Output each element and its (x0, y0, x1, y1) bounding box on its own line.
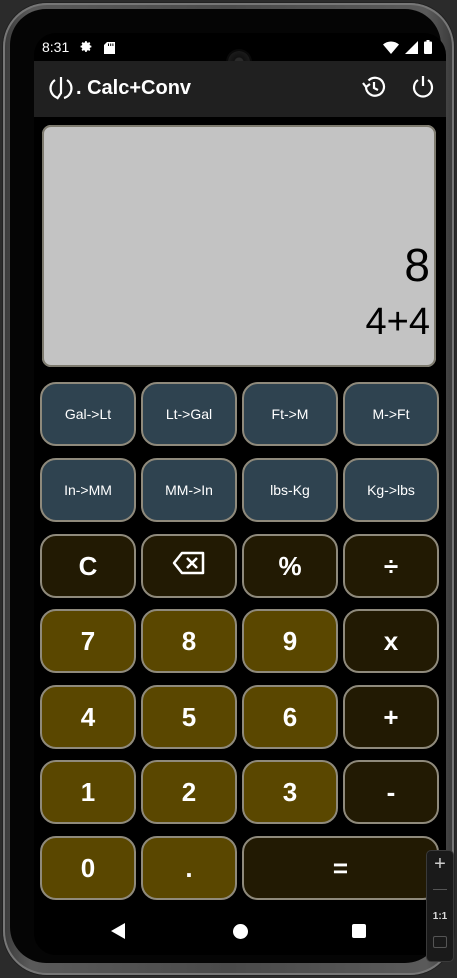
status-time: 8:31 (42, 39, 70, 55)
app-title: . Calc+Conv (76, 77, 192, 99)
back-icon[interactable] (111, 923, 125, 939)
clear-button[interactable]: C (40, 534, 136, 598)
divide-button[interactable]: ÷ (343, 534, 439, 598)
zoom-in-button[interactable]: + (427, 851, 453, 877)
power-icon[interactable] (410, 73, 436, 101)
digit-9-button[interactable]: 9 (242, 609, 338, 673)
digit-3-button[interactable]: 3 (242, 760, 338, 824)
navigation-bar (34, 909, 446, 955)
gal-to-lt-button[interactable]: Gal->Lt (40, 382, 136, 446)
lt-to-gal-button[interactable]: Lt->Gal (141, 382, 237, 446)
mm-to-in-button[interactable]: MM->In (141, 458, 237, 522)
phone-bezel: 8:31 . Calc+Conv 8 4+4 Gal->Lt Lt->Gal F… (10, 9, 446, 963)
phone-screen: 8:31 . Calc+Conv 8 4+4 Gal->Lt Lt->Gal F… (34, 33, 446, 955)
subtract-button[interactable]: - (343, 760, 439, 824)
add-button[interactable]: + (343, 685, 439, 749)
settings-gear-icon (80, 40, 93, 56)
digit-6-button[interactable]: 6 (242, 685, 338, 749)
backspace-button[interactable] (141, 534, 237, 598)
expression-text: 4+4 (365, 301, 430, 343)
digit-4-button[interactable]: 4 (40, 685, 136, 749)
app-bar: . Calc+Conv (34, 61, 446, 117)
actual-size-button[interactable]: 1:1 (427, 911, 453, 922)
multiply-button[interactable]: x (343, 609, 439, 673)
m-to-ft-button[interactable]: M->Ft (343, 382, 439, 446)
ft-to-m-button[interactable]: Ft->M (242, 382, 338, 446)
kg-to-lbs-button[interactable]: Kg->lbs (343, 458, 439, 522)
digit-0-button[interactable]: 0 (40, 836, 136, 900)
digit-5-button[interactable]: 5 (141, 685, 237, 749)
digit-1-button[interactable]: 1 (40, 760, 136, 824)
home-icon[interactable] (233, 924, 248, 939)
app-logo-icon (46, 75, 76, 103)
zoom-out-button[interactable] (433, 889, 447, 890)
lbs-to-kg-button[interactable]: lbs-Kg (242, 458, 338, 522)
emulator-zoom-panel: + 1:1 (427, 851, 453, 961)
digit-2-button[interactable]: 2 (141, 760, 237, 824)
backspace-icon (172, 551, 206, 582)
in-to-mm-button[interactable]: In->MM (40, 458, 136, 522)
decimal-button[interactable]: . (141, 836, 237, 900)
wifi-icon (383, 40, 399, 57)
status-icons (383, 40, 432, 57)
percent-button[interactable]: % (242, 534, 338, 598)
digit-7-button[interactable]: 7 (40, 609, 136, 673)
recent-apps-icon[interactable] (352, 924, 366, 938)
result-text: 8 (404, 239, 430, 291)
battery-icon (424, 40, 432, 57)
history-icon[interactable] (360, 73, 388, 101)
digit-8-button[interactable]: 8 (141, 609, 237, 673)
fit-screen-icon[interactable] (433, 936, 447, 948)
signal-icon (405, 40, 418, 57)
equals-button[interactable]: = (242, 836, 439, 900)
calculator-display: 8 4+4 (42, 125, 436, 367)
sd-card-icon (104, 41, 115, 57)
